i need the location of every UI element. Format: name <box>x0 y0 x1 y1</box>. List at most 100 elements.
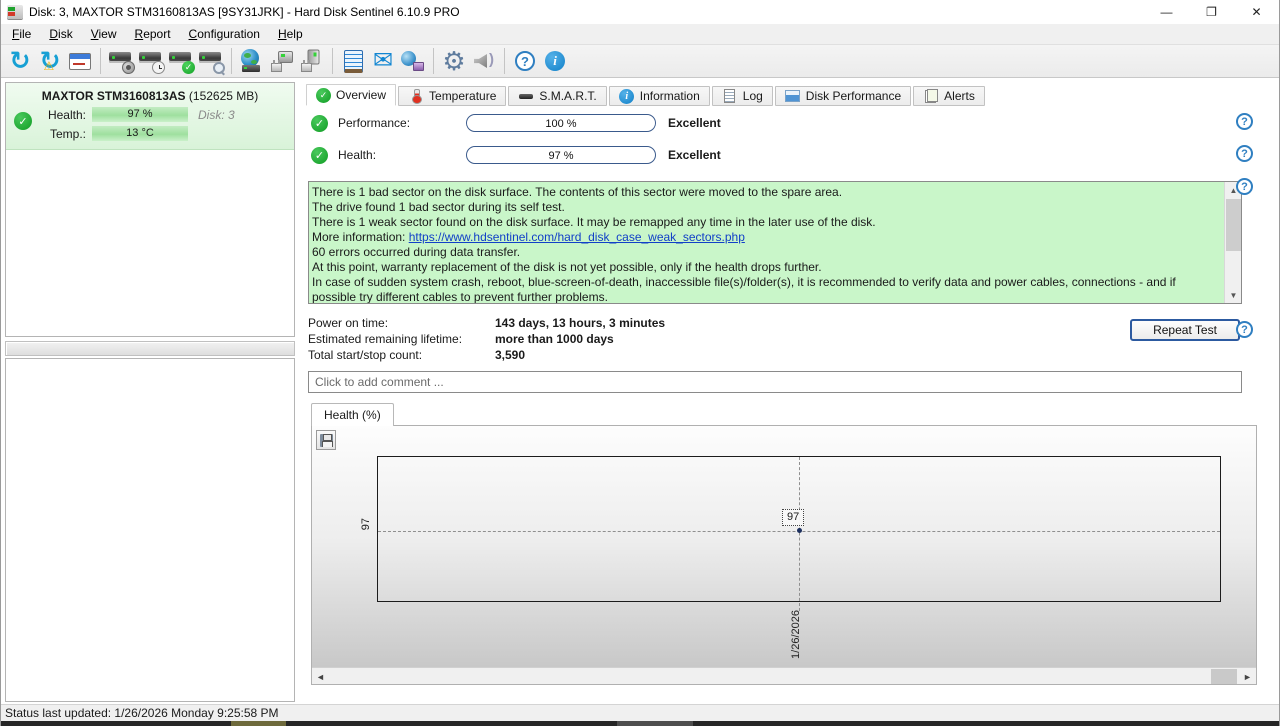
message-help-icon[interactable] <box>1236 178 1253 195</box>
save-chart-button[interactable] <box>316 430 336 450</box>
sounds-icon[interactable] <box>469 46 499 76</box>
start-stop-count-row: Total start/stop count: 3,590 <box>308 348 525 362</box>
scroll-thumb[interactable] <box>1226 199 1241 251</box>
tab-temperature[interactable]: Temperature <box>398 86 506 106</box>
health-help-icon[interactable] <box>1236 145 1253 162</box>
disk-acoustic-icon[interactable] <box>106 46 136 76</box>
tab-log[interactable]: Log <box>712 86 773 106</box>
report-icon[interactable] <box>65 46 95 76</box>
sidebar-collapsed-panel[interactable] <box>5 341 295 356</box>
window-title: Disk: 3, MAXTOR STM3160813AS [9SY31JRK] … <box>29 5 460 19</box>
remaining-lifetime-label: Estimated remaining lifetime: <box>308 332 495 346</box>
tab-information[interactable]: Information <box>609 86 710 106</box>
network-disks-icon[interactable] <box>237 46 267 76</box>
network-share-icon[interactable] <box>398 46 428 76</box>
chart-x-tick: 1/26/2026 <box>790 610 802 659</box>
disk-schedule-icon[interactable] <box>136 46 166 76</box>
performance-chart-icon <box>785 90 800 102</box>
sidebar-empty-panel <box>5 358 295 702</box>
health-chart-tab[interactable]: Health (%) <box>311 403 394 426</box>
start-stop-count-value: 3,590 <box>495 348 525 362</box>
toolbar <box>1 44 1279 78</box>
email-icon[interactable] <box>368 46 398 76</box>
globe-disk-glyph <box>240 49 264 73</box>
more-info-link[interactable]: https://www.hdsentinel.com/hard_disk_cas… <box>409 230 745 244</box>
speaker-glyph <box>472 50 496 72</box>
disk-list-panel: MAXTOR STM3160813AS (152625 MB) Health: … <box>5 82 295 337</box>
usb-device-icon[interactable] <box>267 46 297 76</box>
health-label: Health: <box>40 108 86 122</box>
menu-configuration[interactable]: Configuration <box>180 25 269 43</box>
disk-list-item[interactable]: MAXTOR STM3160813AS (152625 MB) Health: … <box>6 83 294 150</box>
menu-bar: File Disk View Report Configuration Help <box>1 24 1279 44</box>
health-row: Health: 97 % Excellent <box>311 146 721 164</box>
performance-check-icon <box>311 115 328 132</box>
repeat-test-button[interactable]: Repeat Test <box>1130 319 1240 341</box>
information-icon[interactable] <box>540 46 570 76</box>
message-line: In case of sudden system crash, reboot, … <box>312 275 1220 303</box>
toolbar-separator <box>100 48 101 74</box>
start-stop-count-label: Total start/stop count: <box>308 348 495 362</box>
menu-file[interactable]: File <box>3 25 40 43</box>
tab-strip: Overview Temperature S.M.A.R.T. Informat… <box>306 84 987 106</box>
menu-help[interactable]: Help <box>269 25 312 43</box>
notes-icon[interactable] <box>338 46 368 76</box>
disk-model: MAXTOR STM3160813AS <box>42 89 186 103</box>
status-bar: Status last updated: 1/26/2026 Monday 9:… <box>1 704 1279 721</box>
info-glyph <box>545 51 565 71</box>
disk-analyse-icon[interactable] <box>196 46 226 76</box>
menu-report[interactable]: Report <box>126 25 180 43</box>
refresh-icon[interactable] <box>5 46 35 76</box>
power-on-time-row: Power on time: 143 days, 13 hours, 3 min… <box>308 316 665 330</box>
scroll-right-icon[interactable]: ► <box>1239 668 1256 685</box>
refresh-warning-icon[interactable] <box>35 46 65 76</box>
thermometer-icon <box>412 89 420 104</box>
performance-rating: Excellent <box>668 116 721 130</box>
restore-button[interactable]: ❐ <box>1189 0 1234 24</box>
chart-point-label: 97 <box>782 509 804 526</box>
menu-disk[interactable]: Disk <box>40 25 81 43</box>
usb-device-connect-icon[interactable] <box>297 46 327 76</box>
performance-percent: 100 % <box>467 115 655 131</box>
tab-alerts[interactable]: Alerts <box>913 86 985 106</box>
more-info-label: More information: <box>312 230 409 244</box>
chart-data-point[interactable] <box>797 528 802 533</box>
close-button[interactable]: ✕ <box>1234 0 1279 24</box>
repeat-test-help-icon[interactable] <box>1236 321 1253 338</box>
settings-gear-icon[interactable] <box>439 46 469 76</box>
log-document-icon <box>724 89 735 103</box>
performance-help-icon[interactable] <box>1236 113 1253 130</box>
notes-glyph <box>344 50 363 73</box>
status-text: Status last updated: 1/26/2026 Monday 9:… <box>5 706 279 720</box>
minimize-button[interactable]: — <box>1144 0 1189 24</box>
temp-mini-bar: 13 °C <box>92 126 188 141</box>
info-icon <box>619 89 634 104</box>
performance-row: Performance: 100 % Excellent <box>311 114 721 132</box>
tab-disk-performance[interactable]: Disk Performance <box>775 86 911 106</box>
power-on-time-value: 143 days, 13 hours, 3 minutes <box>495 316 665 330</box>
menu-view[interactable]: View <box>82 25 126 43</box>
scroll-down-icon[interactable]: ▼ <box>1225 287 1242 303</box>
report-glyph <box>69 53 91 70</box>
taskbar-segment <box>231 721 286 726</box>
message-scrollbar[interactable]: ▲ ▼ <box>1224 182 1241 303</box>
health-mini-bar: 97 % <box>92 107 188 122</box>
message-line: At this point, warranty replacement of t… <box>312 260 1220 275</box>
disk-schedule-glyph <box>139 49 163 73</box>
title-bar: Disk: 3, MAXTOR STM3160813AS [9SY31JRK] … <box>1 0 1279 24</box>
message-line: There is 1 bad sector on the disk surfac… <box>312 185 1220 200</box>
usb-connect-glyph <box>300 50 324 72</box>
help-glyph <box>515 51 535 71</box>
tab-smart[interactable]: S.M.A.R.T. <box>508 86 606 106</box>
disk-accept-icon[interactable] <box>166 46 196 76</box>
help-icon[interactable] <box>510 46 540 76</box>
overview-check-icon <box>316 88 331 103</box>
chart-scrollbar[interactable]: ◄ ► <box>312 667 1256 684</box>
comment-input[interactable] <box>308 371 1242 393</box>
scroll-left-icon[interactable]: ◄ <box>312 668 329 685</box>
health-label: Health: <box>338 148 450 162</box>
chart-scroll-thumb[interactable] <box>1211 669 1237 684</box>
health-bar: 97 % <box>466 146 656 164</box>
tab-overview[interactable]: Overview <box>306 84 396 106</box>
toolbar-separator <box>231 48 232 74</box>
